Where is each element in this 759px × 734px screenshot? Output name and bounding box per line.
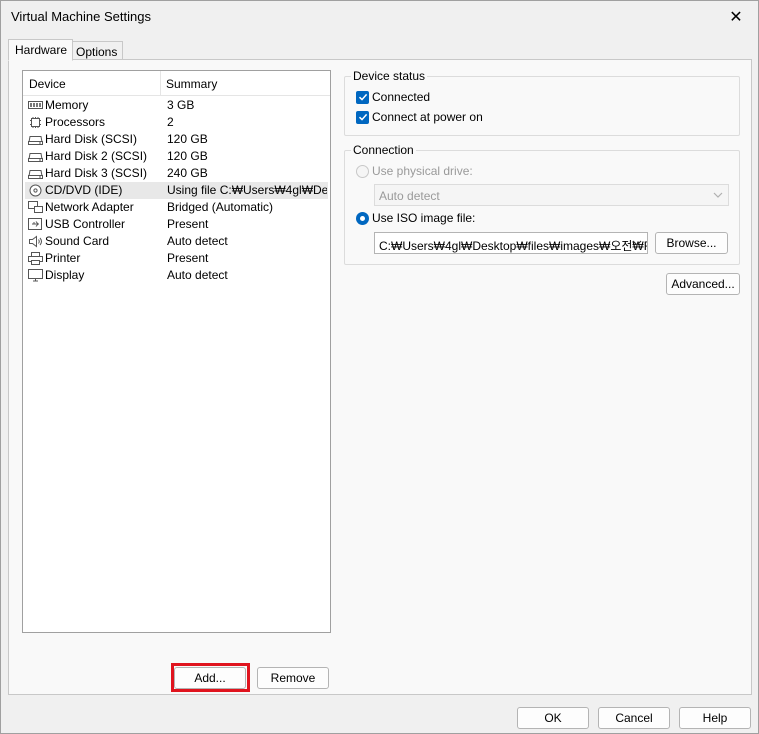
device-summary: 3 GB — [167, 98, 195, 112]
processor-icon — [28, 116, 43, 129]
device-name: Network Adapter — [45, 200, 134, 214]
connected-checkbox[interactable]: Connected — [356, 89, 430, 105]
network-adapter-icon — [28, 201, 43, 214]
hardware-panel: Device Summary Memory 3 GB Processors 2 Hard… — [8, 59, 752, 695]
device-summary: Using file C:₩Users₩4gl₩De... — [167, 183, 327, 197]
device-summary: 120 GB — [167, 149, 208, 163]
speaker-icon — [28, 235, 43, 248]
tab-options[interactable]: Options — [69, 41, 124, 60]
device-row-hard-disk-3-scsi[interactable]: Hard Disk 3 (SCSI) 240 GB — [25, 165, 328, 182]
hard-disk-icon — [28, 167, 43, 180]
checkmark-icon — [356, 110, 369, 124]
device-name: Hard Disk 2 (SCSI) — [45, 149, 148, 163]
remove-button[interactable]: Remove — [257, 667, 329, 689]
device-summary: Auto detect — [167, 234, 228, 248]
device-row-printer[interactable]: Printer Present — [25, 250, 328, 267]
device-summary: Bridged (Automatic) — [167, 200, 274, 214]
iso-path-combo[interactable]: C:₩Users₩4gl₩Desktop₩files₩images₩오전₩Ro — [374, 232, 648, 254]
cd-dvd-icon — [28, 184, 43, 197]
device-name: Sound Card — [45, 234, 110, 248]
device-name: Display — [45, 268, 85, 282]
use-iso-label: Use ISO image file: — [372, 211, 476, 225]
radio-off-icon — [356, 164, 369, 178]
device-row-hard-disk-2-scsi[interactable]: Hard Disk 2 (SCSI) 120 GB — [25, 148, 328, 165]
device-summary: 120 GB — [167, 132, 208, 146]
device-name: Printer — [45, 251, 81, 265]
browse-button[interactable]: Browse... — [655, 232, 728, 254]
device-name: Processors — [45, 115, 106, 129]
printer-icon — [28, 252, 43, 265]
chevron-down-icon — [632, 240, 642, 246]
usb-icon — [28, 218, 43, 231]
connection-group: Connection Use physical drive: Auto dete… — [344, 143, 740, 265]
device-summary: Present — [167, 251, 209, 265]
device-name: CD/DVD (IDE) — [45, 183, 123, 197]
chevron-down-icon — [713, 192, 723, 198]
device-status-label: Device status — [351, 69, 428, 83]
window-title: Virtual Machine Settings — [11, 9, 151, 24]
cancel-button[interactable]: Cancel — [598, 707, 670, 729]
connect-at-power-on-checkbox[interactable]: Connect at power on — [356, 109, 483, 125]
dialog-button-bar: OK Cancel Help — [1, 699, 758, 734]
browse-button-label: Browse... — [666, 236, 717, 250]
tab-hardware-label: Hardware — [15, 43, 68, 57]
cancel-button-label: Cancel — [615, 711, 653, 725]
advanced-button-label: Advanced... — [671, 277, 735, 291]
close-icon: ✕ — [729, 9, 743, 26]
title-bar[interactable]: Virtual Machine Settings ✕ — [1, 1, 758, 33]
help-button[interactable]: Help — [679, 707, 751, 729]
device-row-memory[interactable]: Memory 3 GB — [25, 97, 328, 114]
tab-options-label: Options — [76, 45, 118, 59]
list-header: Device Summary — [23, 71, 330, 96]
device-row-network-adapter[interactable]: Network Adapter Bridged (Automatic) — [25, 199, 328, 216]
use-iso-radio[interactable]: Use ISO image file: — [356, 210, 475, 226]
column-header-summary[interactable]: Summary — [166, 77, 217, 91]
connected-label: Connected — [372, 90, 431, 104]
hard-disk-icon — [28, 150, 43, 163]
ok-button-label: OK — [544, 711, 562, 725]
device-summary: 240 GB — [167, 166, 208, 180]
device-row-hard-disk-scsi[interactable]: Hard Disk (SCSI) 120 GB — [25, 131, 328, 148]
use-physical-drive-radio[interactable]: Use physical drive: — [356, 163, 473, 179]
device-summary: Auto detect — [167, 268, 228, 282]
monitor-icon — [28, 269, 43, 282]
connect-at-power-on-label: Connect at power on — [372, 110, 483, 124]
annotation-highlight-box — [171, 663, 250, 692]
physical-drive-value: Auto detect — [379, 189, 440, 203]
hard-disk-icon — [28, 133, 43, 146]
iso-path-value: C:₩Users₩4gl₩Desktop₩files₩images₩오전₩Ro — [379, 239, 648, 253]
help-button-label: Help — [702, 711, 728, 725]
device-list[interactable]: Device Summary Memory 3 GB Processors 2 Hard… — [22, 70, 331, 633]
column-header-device[interactable]: Device — [29, 77, 66, 91]
close-button[interactable]: ✕ — [714, 1, 758, 33]
remove-button-label: Remove — [270, 671, 316, 685]
device-row-usb-controller[interactable]: USB Controller Present — [25, 216, 328, 233]
physical-drive-select[interactable]: Auto detect — [374, 184, 729, 206]
connection-label: Connection — [351, 143, 416, 157]
use-physical-drive-label: Use physical drive: — [372, 164, 473, 178]
device-row-sound-card[interactable]: Sound Card Auto detect — [25, 233, 328, 250]
column-divider[interactable] — [160, 71, 161, 96]
device-name: Hard Disk (SCSI) — [45, 132, 138, 146]
device-row-cd-dvd-ide[interactable]: CD/DVD (IDE) Using file C:₩Users₩4gl₩De..… — [25, 182, 328, 199]
device-summary: 2 — [167, 115, 174, 129]
checkmark-icon — [356, 90, 369, 104]
memory-icon — [28, 99, 43, 112]
device-status-group: Device status Connected Connect at power… — [344, 69, 740, 136]
radio-on-icon — [356, 211, 369, 225]
device-name: Memory — [45, 98, 89, 112]
tab-hardware[interactable]: Hardware — [8, 39, 74, 61]
device-row-display[interactable]: Display Auto detect — [25, 267, 328, 284]
device-name: USB Controller — [45, 217, 126, 231]
device-name: Hard Disk 3 (SCSI) — [45, 166, 148, 180]
device-summary: Present — [167, 217, 209, 231]
advanced-button[interactable]: Advanced... — [666, 273, 740, 295]
device-row-processors[interactable]: Processors 2 — [25, 114, 328, 131]
ok-button[interactable]: OK — [517, 707, 589, 729]
settings-window: Virtual Machine Settings ✕ Hardware Opti… — [0, 0, 759, 734]
